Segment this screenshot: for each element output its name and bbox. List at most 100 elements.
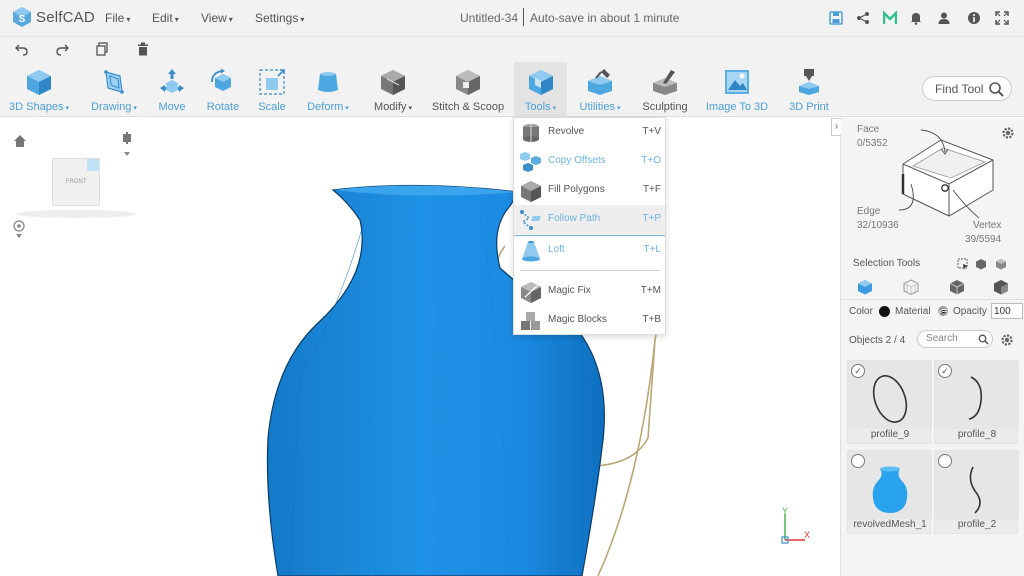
selection-tools-label: Selection Tools bbox=[853, 258, 921, 269]
material-icon[interactable] bbox=[937, 305, 949, 317]
tool-modify[interactable]: Modify ▾ bbox=[366, 62, 420, 117]
objects-header: Objects 2 / 4 Search bbox=[841, 326, 1024, 354]
caret-down-icon: ▾ bbox=[300, 15, 305, 24]
axis-x-label: X bbox=[804, 530, 811, 540]
tool-3d-shapes[interactable]: 3D Shapes ▾ bbox=[6, 62, 72, 117]
search-icon[interactable] bbox=[978, 334, 989, 345]
tool-3d-print-label: 3D Print bbox=[789, 101, 829, 113]
find-tool-input[interactable]: Find Tool bbox=[922, 76, 1012, 101]
menu-file[interactable]: File ▾ bbox=[105, 11, 130, 25]
object-name: profile_8 bbox=[957, 429, 997, 440]
vertex-label: Vertex bbox=[973, 220, 1002, 231]
info-icon[interactable] bbox=[966, 10, 982, 26]
home-icon[interactable] bbox=[14, 135, 26, 147]
tool-scale-label: Scale bbox=[258, 101, 286, 113]
color-swatch[interactable] bbox=[879, 306, 890, 317]
nav-cube-shadow bbox=[16, 210, 136, 218]
caret-down-icon: ▾ bbox=[65, 105, 69, 112]
tool-stitch-scoop[interactable]: Stitch & Scoop bbox=[430, 62, 506, 117]
object-name: revolvedMesh_1 bbox=[853, 519, 927, 530]
nav-cube-corner[interactable] bbox=[87, 159, 99, 171]
menu-view[interactable]: View ▾ bbox=[201, 11, 233, 25]
menu-item-label: Revolve bbox=[548, 126, 585, 137]
object-checkbox-checked[interactable]: ✓ bbox=[938, 364, 952, 378]
3d-viewport[interactable]: FRONT Y X bbox=[0, 118, 840, 576]
object-mode-icon[interactable] bbox=[857, 279, 873, 295]
nav-cube[interactable]: FRONT bbox=[52, 158, 100, 206]
tool-image-to-3d[interactable]: Image To 3D bbox=[704, 62, 770, 117]
objects-settings-gear-icon[interactable] bbox=[1000, 333, 1014, 347]
face-mode-icon[interactable] bbox=[903, 279, 919, 295]
magic-blocks-icon bbox=[521, 312, 540, 330]
select-box-icon[interactable] bbox=[995, 258, 1007, 270]
color-label: Color bbox=[849, 306, 873, 317]
find-tool-label: Find Tool bbox=[935, 81, 984, 96]
app-logo[interactable]: S SelfCAD bbox=[12, 6, 95, 28]
object-card-profile-9[interactable]: ✓ profile_9 bbox=[847, 360, 932, 444]
menu-item-loft[interactable]: Loft T+L bbox=[514, 236, 665, 265]
loft-icon bbox=[522, 241, 540, 262]
stitch-scoop-icon bbox=[456, 70, 480, 95]
caret-down-icon: ▾ bbox=[345, 105, 349, 112]
menu-item-magic-blocks[interactable]: Magic Blocks T+B bbox=[514, 306, 665, 335]
tool-image-to-3d-label: Image To 3D bbox=[705, 101, 769, 113]
menu-item-shortcut: T+V bbox=[642, 126, 661, 137]
tool-utilities[interactable]: Utilities ▾ bbox=[574, 62, 626, 117]
search-icon[interactable] bbox=[987, 80, 1005, 98]
undo-icon[interactable] bbox=[14, 41, 30, 57]
tools-cube-icon bbox=[528, 70, 553, 95]
menu-item-revolve[interactable]: Revolve T+V bbox=[514, 118, 665, 147]
tool-stitch-scoop-label: Stitch & Scoop bbox=[431, 101, 505, 113]
edge-mode-icon[interactable] bbox=[949, 279, 965, 295]
select-cursor-icon[interactable] bbox=[957, 258, 969, 270]
object-card-revolvedmesh-1[interactable]: revolvedMesh_1 bbox=[847, 450, 932, 534]
tool-scale[interactable]: Scale bbox=[254, 62, 290, 117]
fullscreen-icon[interactable] bbox=[994, 10, 1010, 26]
tool-drawing-label: Drawing bbox=[91, 101, 132, 113]
redo-icon[interactable] bbox=[54, 41, 70, 57]
collapse-panel-button[interactable]: › bbox=[831, 118, 841, 136]
selfcad-logo-icon: S bbox=[13, 7, 31, 27]
gear-icon[interactable] bbox=[1001, 126, 1015, 140]
tool-move[interactable]: Move bbox=[152, 62, 192, 117]
copy-icon[interactable] bbox=[94, 41, 110, 57]
object-checkbox[interactable] bbox=[938, 454, 952, 468]
menu-item-fill-polygons[interactable]: Fill Polygons T+F bbox=[514, 176, 665, 205]
share-icon[interactable] bbox=[855, 10, 871, 26]
object-checkbox[interactable] bbox=[851, 454, 865, 468]
object-card-profile-2[interactable]: profile_2 bbox=[934, 450, 1019, 534]
save-icon[interactable] bbox=[828, 10, 844, 26]
tool-sculpting[interactable]: Sculpting bbox=[638, 62, 692, 117]
tool-deform[interactable]: Deform ▾ bbox=[300, 62, 356, 117]
tool-rotate[interactable]: Rotate bbox=[202, 62, 244, 117]
select-cube-icon[interactable] bbox=[975, 258, 987, 270]
menu-item-follow-path[interactable]: Follow Path T+P bbox=[514, 205, 665, 234]
menu-item-label: Magic Blocks bbox=[548, 314, 607, 325]
object-checkbox-checked[interactable]: ✓ bbox=[851, 364, 865, 378]
vertex-mode-icon[interactable] bbox=[993, 279, 1009, 295]
camera-view-icon[interactable] bbox=[13, 220, 25, 238]
m-brand-icon[interactable] bbox=[882, 10, 898, 26]
opacity-input[interactable] bbox=[991, 303, 1023, 319]
tool-3d-print[interactable]: 3D Print bbox=[784, 62, 834, 117]
main-toolbar: 3D Shapes ▾ Drawing ▾ Move Rotate Scale De… bbox=[0, 62, 1024, 117]
menu-item-shortcut: T+P bbox=[642, 213, 661, 224]
menu-item-copy-offsets[interactable]: Copy Offsets T+O bbox=[514, 147, 665, 176]
menu-item-shortcut: T+L bbox=[643, 244, 661, 255]
caret-down-icon: ▾ bbox=[408, 105, 412, 112]
pin-icon[interactable] bbox=[123, 132, 131, 156]
menu-edit[interactable]: Edit ▾ bbox=[152, 11, 179, 25]
document-title[interactable]: Untitled-34 bbox=[460, 11, 518, 25]
edge-label: Edge bbox=[857, 206, 881, 217]
user-icon[interactable] bbox=[936, 10, 952, 26]
autosave-status: Auto-save in about 1 minute bbox=[530, 11, 680, 25]
menu-item-shortcut: T+M bbox=[640, 285, 661, 296]
bell-icon[interactable] bbox=[908, 10, 924, 26]
trash-icon[interactable] bbox=[135, 41, 151, 57]
tool-tools[interactable]: Tools ▾ bbox=[514, 62, 567, 117]
menu-settings[interactable]: Settings ▾ bbox=[255, 11, 304, 25]
axis-y-label: Y bbox=[782, 506, 789, 516]
menu-item-magic-fix[interactable]: Magic Fix T+M bbox=[514, 277, 665, 306]
tool-drawing[interactable]: Drawing ▾ bbox=[84, 62, 144, 117]
object-card-profile-8[interactable]: ✓ profile_8 bbox=[934, 360, 1019, 444]
